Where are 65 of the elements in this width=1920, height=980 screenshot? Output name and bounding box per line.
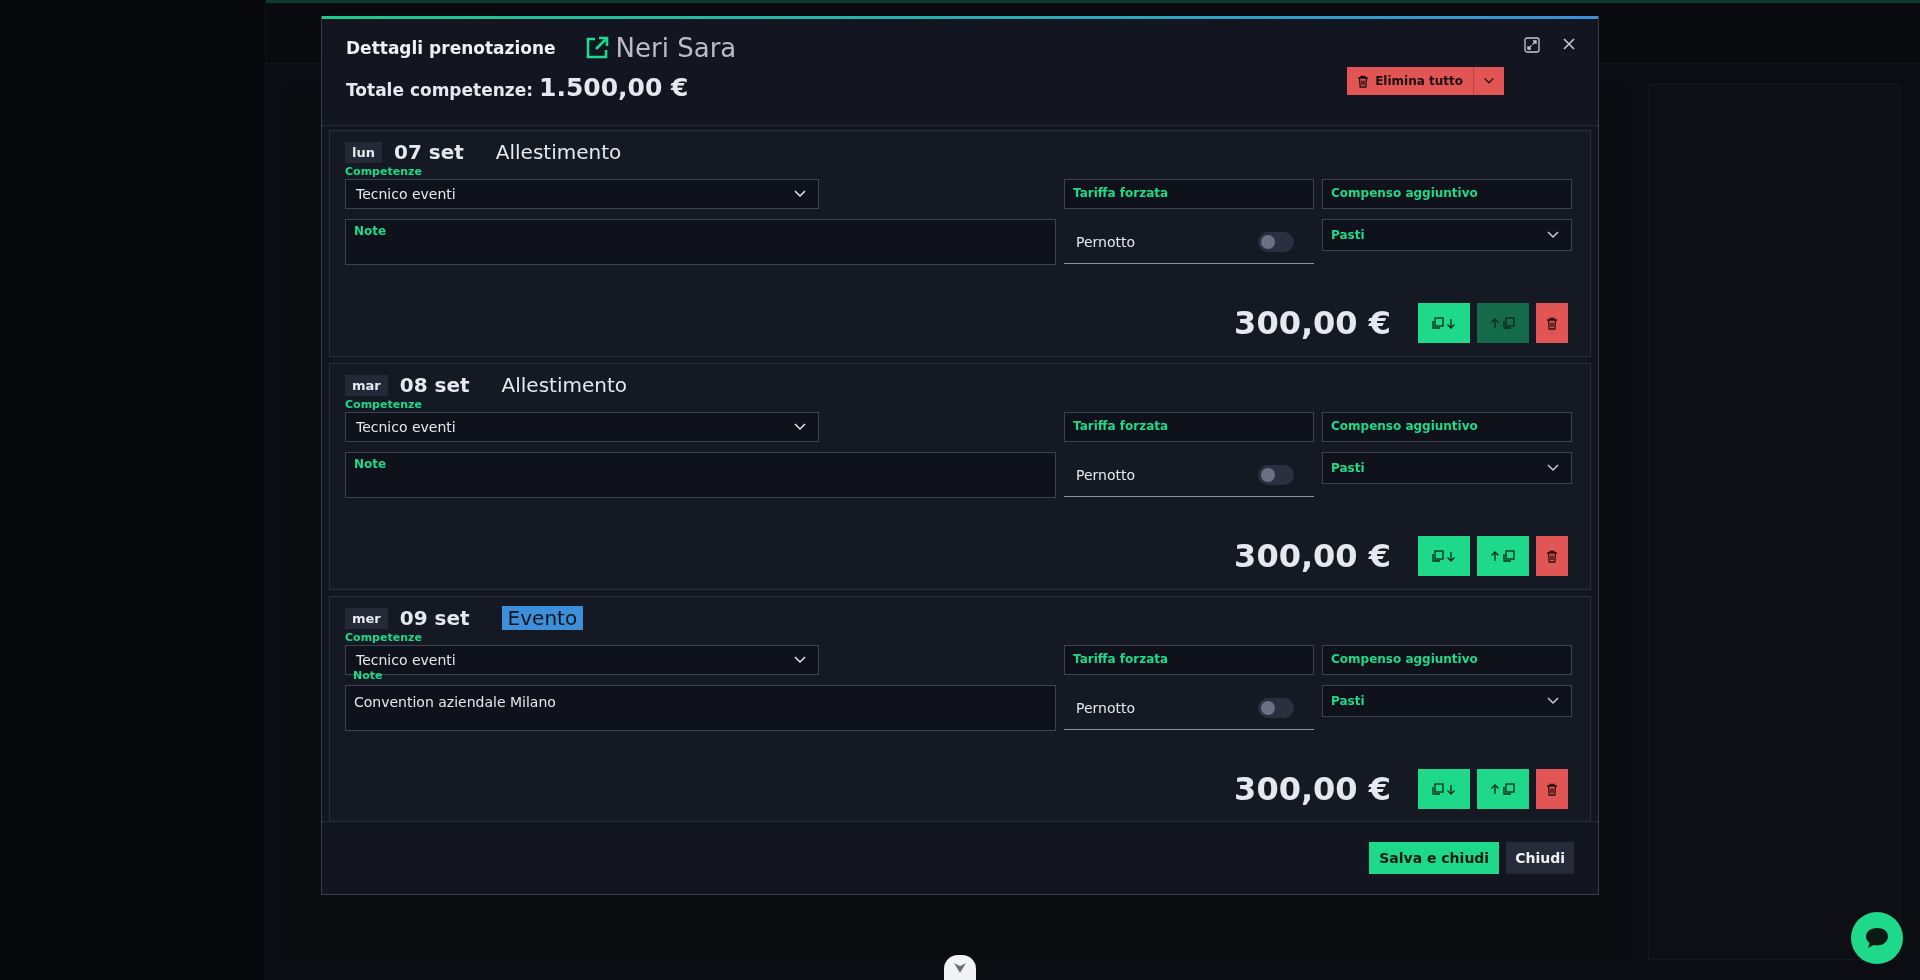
chevron-icon	[953, 962, 967, 974]
competence-select[interactable]: Tecnico eventi	[345, 179, 819, 209]
copy-down-icon	[1431, 549, 1457, 563]
extra-pay-field[interactable]: Compenso aggiuntivo	[1322, 645, 1572, 675]
overnight-label: Pernotto	[1076, 467, 1136, 483]
forced-rate-field[interactable]: Tariffa forzata	[1064, 179, 1314, 209]
meals-select[interactable]: Pasti	[1322, 452, 1572, 484]
date-label: 08 set	[399, 373, 470, 397]
amount-value: 300,00 €	[1234, 304, 1391, 342]
person-name: Neri Sara	[615, 33, 737, 63]
copy-up-button[interactable]	[1477, 536, 1529, 576]
copy-down-icon	[1431, 316, 1457, 330]
weekday-label: mar	[345, 374, 388, 396]
field-label: Competenze	[345, 631, 423, 645]
notes-field[interactable]: Note	[345, 219, 1056, 265]
delete-day-button[interactable]	[1536, 769, 1568, 809]
overnight-toggle[interactable]	[1258, 232, 1294, 252]
notes-value: Convention aziendale Milano	[354, 694, 556, 710]
overnight-toggle[interactable]	[1258, 698, 1294, 718]
copy-up-icon	[1490, 782, 1516, 796]
close-icon	[1562, 37, 1576, 51]
trash-icon	[1546, 316, 1558, 330]
total-value: 1.500,00 €	[539, 73, 689, 102]
save-close-button[interactable]: Salva e chiudi	[1369, 842, 1500, 874]
field-label: Competenze	[345, 165, 423, 179]
notes-field[interactable]: Note	[345, 452, 1056, 498]
close-dialog-button[interactable]: Chiudi	[1506, 842, 1574, 874]
weekday-label: lun	[345, 141, 382, 163]
trash-icon	[1546, 782, 1558, 796]
extra-pay-field[interactable]: Compenso aggiuntivo	[1322, 412, 1572, 442]
copy-down-button[interactable]	[1418, 303, 1470, 343]
phase-label: Allestimento	[501, 373, 628, 397]
total-label: Totale competenze:	[346, 80, 534, 100]
copy-down-icon	[1431, 782, 1457, 796]
delete-day-button[interactable]	[1536, 303, 1568, 343]
meals-select[interactable]: Pasti	[1322, 219, 1572, 251]
forced-rate-field[interactable]: Tariffa forzata	[1064, 645, 1314, 675]
expand-icon	[1524, 37, 1540, 53]
forced-rate-field[interactable]: Tariffa forzata	[1064, 412, 1314, 442]
copy-up-icon	[1490, 549, 1516, 563]
copy-down-button[interactable]	[1418, 769, 1470, 809]
extra-pay-field[interactable]: Compenso aggiuntivo	[1322, 179, 1572, 209]
weekday-label: mer	[345, 607, 388, 629]
amount-value: 300,00 €	[1234, 537, 1391, 575]
copy-up-button[interactable]	[1477, 769, 1529, 809]
trash-icon	[1546, 549, 1558, 563]
delete-day-button[interactable]	[1536, 536, 1568, 576]
date-label: 09 set	[399, 606, 470, 630]
dialog-title: Dettagli prenotazione	[346, 38, 556, 58]
meals-select[interactable]: Pasti	[1322, 685, 1572, 717]
copy-down-button[interactable]	[1418, 536, 1470, 576]
overnight-label: Pernotto	[1076, 234, 1136, 250]
field-label: Competenze	[345, 398, 423, 412]
overnight-label: Pernotto	[1076, 700, 1136, 716]
overnight-toggle[interactable]	[1258, 465, 1294, 485]
copy-up-icon	[1490, 316, 1516, 330]
date-label: 07 set	[393, 140, 464, 164]
panel-handle[interactable]	[944, 955, 976, 980]
chat-icon	[1864, 926, 1890, 950]
trash-icon	[1357, 74, 1370, 88]
competence-select[interactable]: Tecnico eventi	[345, 412, 819, 442]
amount-value: 300,00 €	[1234, 770, 1391, 808]
phase-label: Evento	[501, 606, 584, 630]
phase-label: Allestimento	[495, 140, 622, 164]
expand-button[interactable]	[1524, 37, 1540, 53]
